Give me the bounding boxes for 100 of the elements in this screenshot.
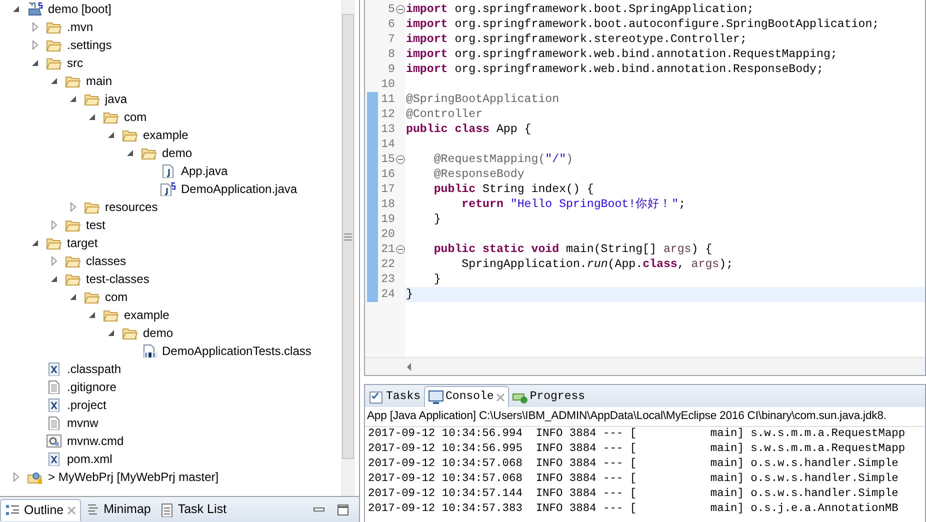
tree-item-label[interactable]: DemoApplicationTests.class	[162, 342, 312, 360]
line-number: 8	[387, 46, 395, 63]
checklist-icon	[368, 390, 384, 404]
code-line: import org.springframework.boot.autoconfigure.SpringBootApplication;	[406, 16, 880, 33]
fold-icon[interactable]	[396, 155, 405, 164]
tree-item-label[interactable]: target	[67, 234, 98, 252]
folder-icon	[65, 74, 81, 88]
tree-item-label[interactable]: resources	[105, 198, 158, 216]
code-line: }	[432, 212, 441, 228]
line-number: 6	[387, 16, 395, 33]
code-line: }	[432, 272, 441, 288]
tree-item-label[interactable]: java	[105, 90, 128, 108]
code-line: SpringApplication.run(App.class, args);	[460, 256, 734, 273]
line-number: 15	[380, 152, 395, 168]
tree-item-label[interactable]: .classpath	[67, 360, 122, 378]
code-line: @RequestMapping("/")	[432, 152, 573, 168]
collapse-icon[interactable]	[87, 310, 97, 320]
line-number: 5	[387, 2, 395, 18]
tree-item-label[interactable]: src	[67, 54, 83, 72]
code-line: }	[406, 286, 413, 303]
line-number: 14	[380, 136, 395, 153]
tree-item-label[interactable]: > MyWebPrj [MyWebPrj master]	[48, 468, 219, 486]
tree-item-label[interactable]: .gitignore	[67, 378, 116, 396]
folder-icon	[46, 56, 62, 70]
minimize-icon[interactable]	[313, 504, 325, 514]
collapse-icon[interactable]	[49, 274, 59, 284]
fold-icon[interactable]	[396, 245, 405, 254]
line-number: 23	[380, 272, 395, 288]
tree-item-label[interactable]: example	[124, 306, 170, 324]
expand-icon[interactable]	[11, 472, 21, 482]
code-line: return "Hello SpringBoot!你好！";	[460, 196, 686, 213]
xml-file-icon	[46, 362, 62, 376]
line-number: 17	[380, 182, 395, 198]
expand-icon[interactable]	[30, 40, 40, 50]
folder-icon	[84, 200, 100, 214]
tree-item-label[interactable]: test	[86, 216, 106, 234]
expand-icon[interactable]	[68, 202, 78, 212]
tree-item-label[interactable]: DemoApplication.java	[181, 180, 298, 198]
scrollbar[interactable]	[341, 0, 355, 496]
tree-item-label[interactable]: demo	[162, 144, 192, 162]
collapse-icon[interactable]	[49, 76, 59, 86]
code-line: @SpringBootApplication	[406, 92, 560, 108]
project-icon	[27, 470, 43, 484]
tree-item-label[interactable]: .mvn	[67, 18, 94, 36]
collapse-icon[interactable]	[68, 292, 78, 302]
expand-icon[interactable]	[49, 220, 59, 230]
line-number: 24	[380, 286, 395, 303]
tree-item-label[interactable]: .settings	[67, 36, 112, 54]
grip-icon	[344, 232, 352, 240]
code-line: import org.springframework.web.bind.annotation.ResponseBody;	[406, 62, 824, 78]
console-line: 2017-09-12 10:34:56.994 INFO 3884 --- [ main] s.w.s.m.m.a.RequestMapp	[367, 427, 906, 442]
monitor-icon	[428, 390, 444, 404]
folder-icon	[122, 128, 138, 142]
expand-icon[interactable]	[30, 22, 40, 32]
code-line: import org.springframework.web.bind.annotation.RequestMapping;	[406, 46, 838, 63]
tree-item-label[interactable]: demo	[143, 324, 174, 342]
tree-item-label[interactable]: demo [boot]	[48, 0, 112, 18]
collapse-icon[interactable]	[11, 4, 21, 14]
folder-icon	[46, 38, 62, 52]
code-line: import org.springframework.boot.SpringApplication;	[406, 2, 754, 18]
folder-icon	[84, 290, 100, 304]
tree-item-label[interactable]: classes	[86, 252, 126, 270]
maximize-icon[interactable]	[337, 504, 349, 516]
collapse-icon[interactable]	[106, 130, 116, 140]
tree-item-label[interactable]: .project	[67, 396, 106, 414]
class-file-icon	[141, 344, 157, 358]
collapse-icon[interactable]	[30, 58, 40, 68]
scroll-left-icon[interactable]	[405, 362, 413, 372]
tree-item-label[interactable]: App.java	[181, 162, 228, 180]
tree-item-label[interactable]: main	[86, 72, 112, 90]
code-line: public class App {	[406, 122, 532, 138]
view-tab[interactable]: Outline	[0, 498, 81, 520]
tree-item-label[interactable]: test-classes	[86, 270, 150, 288]
tree-item-label[interactable]: pom.xml	[67, 450, 112, 468]
clipboard-icon	[158, 502, 175, 516]
line-number: 18	[380, 196, 395, 213]
collapse-icon[interactable]	[87, 112, 97, 122]
line-number: 9	[387, 62, 395, 78]
collapse-icon[interactable]	[125, 148, 135, 158]
collapse-icon[interactable]	[68, 94, 78, 104]
view-tab[interactable]: Console	[424, 386, 509, 407]
line-number: 22	[380, 256, 395, 273]
fold-icon[interactable]	[396, 5, 405, 14]
tree-item-label[interactable]: mvnw	[67, 414, 98, 432]
project-icon	[27, 2, 43, 16]
line-number: 7	[387, 32, 395, 48]
tree-item-label[interactable]: mvnw.cmd	[67, 432, 124, 450]
tree-item-label[interactable]: com	[124, 108, 147, 126]
view-tab[interactable]: Task List	[154, 498, 230, 520]
view-tab[interactable]: Tasks	[365, 386, 424, 407]
collapse-icon[interactable]	[106, 328, 116, 338]
view-tab[interactable]: Minimap	[80, 498, 155, 520]
collapse-icon[interactable]	[30, 238, 40, 248]
expand-icon[interactable]	[49, 256, 59, 266]
line-number: 13	[380, 122, 395, 138]
view-tab[interactable]: Progress	[508, 386, 588, 407]
console-line: 2017-09-12 10:34:57.068 INFO 3884 --- [ main] o.s.w.s.handler.Simple	[367, 472, 900, 487]
tree-item-label[interactable]: example	[143, 126, 188, 144]
tree-item-label[interactable]: com	[105, 288, 128, 306]
folder-icon	[103, 308, 119, 322]
